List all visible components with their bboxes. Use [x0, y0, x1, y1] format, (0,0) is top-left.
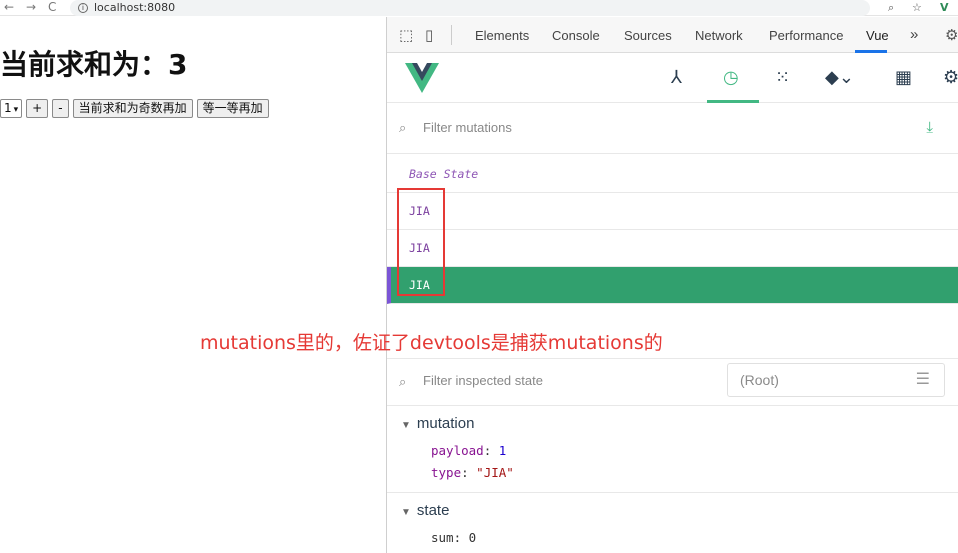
- active-tool-indicator: [707, 100, 759, 103]
- tab-vue[interactable]: Vue: [866, 28, 889, 43]
- payload-key: payload: [431, 443, 484, 458]
- search-icon: ⌕: [399, 121, 407, 136]
- routing-icon[interactable]: ◆⌄: [825, 67, 854, 88]
- select-value: 1: [4, 101, 12, 115]
- caret-down-icon: ▼: [401, 507, 411, 518]
- more-tabs-icon[interactable]: »: [910, 26, 918, 43]
- performance-chart-icon[interactable]: ▦: [895, 67, 912, 88]
- export-download-icon[interactable]: ⤓: [926, 118, 933, 136]
- increment-select[interactable]: 1 ▾: [0, 99, 23, 118]
- annotation-highlight-box: [397, 188, 445, 296]
- vue-devtools-header: ⅄ ◷ ⁙ ◆⌄ ▦ ⚙: [387, 53, 958, 103]
- search-icon: ⌕: [399, 375, 407, 390]
- counter-controls: 1 ▾ + - 当前求和为奇数再加 等一等再加: [0, 99, 269, 118]
- section-label: state: [416, 502, 450, 519]
- section-divider: [387, 492, 958, 493]
- payload-entry: payload: 1: [431, 443, 507, 458]
- chevron-down-icon: ▾: [13, 105, 19, 115]
- components-icon[interactable]: ⅄: [671, 67, 682, 88]
- mutation-row[interactable]: JIA: [387, 230, 958, 267]
- tab-console[interactable]: Console: [552, 28, 600, 43]
- minus-button[interactable]: -: [52, 99, 69, 118]
- type-entry: type: "JIA": [431, 465, 514, 480]
- filter-mutations-input[interactable]: [423, 120, 723, 135]
- devtools-panel: ⬚ ▯ Elements Console Sources Network Per…: [386, 17, 958, 553]
- address-bar[interactable]: i localhost:8080: [70, 0, 870, 16]
- device-toggle-icon[interactable]: ▯: [425, 26, 433, 44]
- plus-button[interactable]: +: [26, 99, 49, 118]
- settings-icon[interactable]: ⚙: [943, 67, 958, 88]
- sum-key: sum: [431, 530, 454, 545]
- reload-icon[interactable]: C: [48, 0, 56, 15]
- site-info-icon[interactable]: i: [78, 3, 88, 13]
- vue-logo-icon: [405, 63, 439, 93]
- payload-value[interactable]: 1: [499, 443, 507, 458]
- add-if-odd-button[interactable]: 当前求和为奇数再加: [72, 99, 193, 118]
- events-icon[interactable]: ⁙: [775, 67, 790, 88]
- mutation-label: Base State: [409, 167, 479, 181]
- mutation-section: ▼ mutation payload: 1 type: "JIA": [387, 415, 958, 484]
- settings-gear-icon[interactable]: ⚙: [945, 26, 958, 44]
- forward-icon[interactable]: →: [26, 0, 36, 15]
- add-later-button[interactable]: 等一等再加: [196, 99, 269, 118]
- filter-state-bar: ⌕ (Root) ☰: [387, 358, 958, 406]
- vuex-history-icon[interactable]: ◷: [723, 67, 739, 88]
- zoom-icon[interactable]: ⌕: [888, 0, 894, 15]
- annotation-caption: mutations里的，佐证了devtools是捕获mutations的: [200, 332, 663, 354]
- page-content: 当前求和为：3 1 ▾ + - 当前求和为奇数再加 等一等再加: [0, 17, 386, 553]
- filter-state-input[interactable]: [423, 373, 703, 388]
- tab-sources[interactable]: Sources: [624, 28, 672, 43]
- caret-down-icon: ▼: [401, 420, 411, 431]
- filter-mutations-bar: ⌕ ⤓: [387, 104, 958, 154]
- mutation-row-selected[interactable]: JIA: [387, 267, 958, 304]
- toolbar-divider: [451, 25, 452, 45]
- page-title: 当前求和为：3: [0, 48, 188, 81]
- tab-performance[interactable]: Performance: [769, 28, 843, 43]
- mutation-row[interactable]: JIA: [387, 193, 958, 230]
- back-icon[interactable]: ←: [4, 0, 14, 15]
- type-value[interactable]: "JIA": [476, 465, 514, 480]
- state-section: ▼ state sum: 0: [387, 502, 958, 549]
- section-label: mutation: [416, 415, 475, 432]
- mutation-row-base-state[interactable]: Base State: [387, 156, 958, 193]
- browser-toolbar: ← → C i localhost:8080 ⌕ ☆ V: [0, 0, 958, 16]
- sum-entry: sum: 0: [431, 530, 477, 545]
- tab-network[interactable]: Network: [695, 28, 743, 43]
- star-icon[interactable]: ☆: [912, 0, 922, 15]
- state-section-header[interactable]: ▼ state: [387, 502, 958, 519]
- tab-elements[interactable]: Elements: [475, 28, 529, 43]
- inspect-element-icon[interactable]: ⬚: [399, 26, 413, 44]
- root-select-value: (Root): [740, 372, 779, 388]
- root-store-select[interactable]: (Root) ☰: [727, 363, 945, 397]
- menu-lines-icon: ☰: [915, 371, 930, 388]
- vue-extension-icon[interactable]: V: [940, 0, 949, 15]
- mutation-section-header[interactable]: ▼ mutation: [387, 415, 958, 432]
- type-key: type: [431, 465, 462, 480]
- url-text: localhost:8080: [94, 1, 176, 14]
- devtools-tabbar: ⬚ ▯ Elements Console Sources Network Per…: [387, 17, 958, 53]
- sum-value[interactable]: 0: [469, 530, 477, 545]
